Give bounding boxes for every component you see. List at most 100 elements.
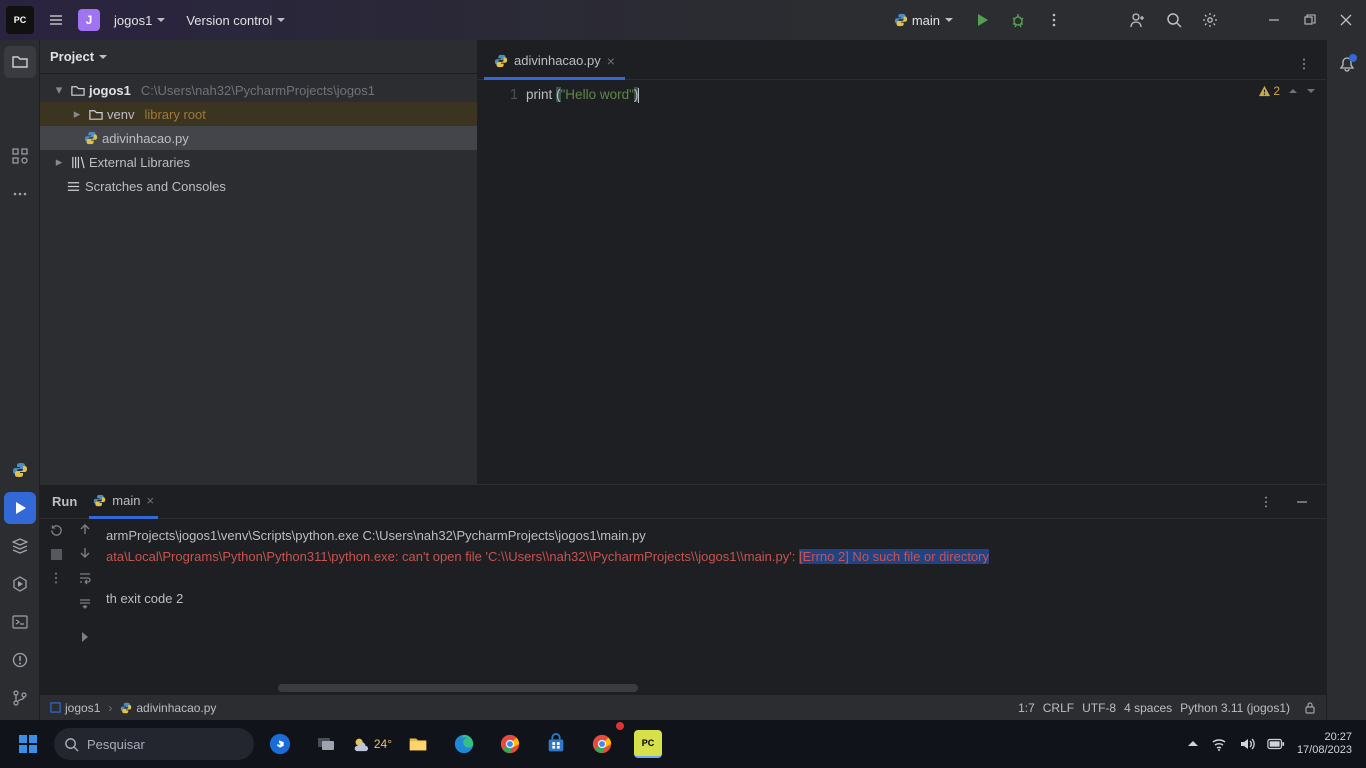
windows-taskbar: Pesquisar 24° PC 20:27 17/08/2023 [0, 720, 1366, 768]
more-actions-button[interactable] [1040, 6, 1068, 34]
status-line-separator[interactable]: CRLF [1043, 701, 1074, 715]
pycharm-logo-icon: PC [6, 6, 34, 34]
more-tools-button[interactable] [4, 178, 36, 210]
pycharm-task-icon: PC [634, 730, 662, 758]
scroll-to-end-button[interactable] [78, 597, 92, 611]
python-file-icon [120, 702, 132, 714]
taskbar-weather[interactable]: 24° [352, 724, 392, 764]
taskbar-search[interactable]: Pesquisar [54, 728, 254, 760]
stop-button[interactable] [50, 548, 63, 561]
breadcrumb[interactable]: adivinhacao.py [120, 701, 216, 715]
chevron-down-icon [276, 15, 286, 25]
play-icon [13, 501, 27, 515]
breadcrumb[interactable]: jogos1 [50, 701, 100, 715]
start-button[interactable] [8, 724, 48, 764]
status-interpreter[interactable]: Python 3.11 (jogos1) [1180, 701, 1290, 715]
vcs-tool-button[interactable] [4, 682, 36, 714]
run-tab[interactable]: main × [89, 485, 158, 519]
project-tool-button[interactable] [4, 46, 36, 78]
run-button[interactable] [968, 6, 996, 34]
run-config-dropdown[interactable]: main [888, 9, 960, 32]
run-config-label: main [912, 13, 940, 28]
status-bar: jogos1 › adivinhacao.py 1:7 CRLF UTF-8 4… [40, 694, 1326, 720]
hide-run-panel-button[interactable] [1288, 488, 1316, 516]
close-run-tab-button[interactable]: × [146, 493, 154, 508]
taskbar-taskview[interactable] [306, 724, 346, 764]
structure-tool-button[interactable] [4, 140, 36, 172]
taskview-icon [316, 734, 336, 754]
taskbar-pycharm[interactable]: PC [628, 724, 668, 764]
horizontal-scrollbar[interactable] [278, 682, 1326, 694]
taskbar-bing-chat[interactable] [260, 724, 300, 764]
taskbar-store[interactable] [536, 724, 576, 764]
status-encoding[interactable]: UTF-8 [1082, 701, 1116, 715]
rerun-button[interactable] [49, 523, 64, 538]
code-with-me-button[interactable] [1124, 6, 1152, 34]
warning-count: 2 [1273, 84, 1280, 98]
battery-icon[interactable] [1267, 738, 1285, 750]
store-icon [545, 733, 567, 755]
editor-tab-more-button[interactable] [1290, 50, 1318, 78]
python-console-tool-button[interactable] [4, 454, 36, 486]
tree-venv-tag: library root [144, 107, 205, 122]
chrome-icon [591, 733, 613, 755]
scroll-up-button[interactable] [79, 523, 91, 535]
tree-ext-libs-row[interactable]: ▸ External Libraries [40, 150, 477, 174]
search-icon [1166, 12, 1182, 28]
volume-icon[interactable] [1239, 736, 1255, 752]
packages-tool-button[interactable] [4, 530, 36, 562]
library-icon [70, 155, 85, 170]
close-window-button[interactable] [1332, 6, 1360, 34]
tree-venv-row[interactable]: ▸ venv library root [40, 102, 477, 126]
status-caret-position[interactable]: 1:7 [1018, 701, 1035, 715]
chevron-up-icon[interactable] [1288, 86, 1298, 96]
console-more-button[interactable] [49, 571, 63, 585]
tree-scratches-row[interactable]: Scratches and Consoles [40, 174, 477, 198]
version-control-dropdown[interactable]: Version control [180, 9, 292, 32]
taskbar-edge[interactable] [444, 724, 484, 764]
minimize-window-button[interactable] [1260, 6, 1288, 34]
terminal-tool-button[interactable] [4, 606, 36, 638]
git-branch-icon [12, 690, 28, 706]
soft-wrap-button[interactable] [78, 571, 92, 585]
chevron-down-icon[interactable] [98, 52, 108, 62]
debug-button[interactable] [1004, 6, 1032, 34]
chevron-down-icon[interactable] [1306, 86, 1316, 96]
chevron-right-icon[interactable]: ▸ [52, 154, 66, 170]
inspection-widget[interactable]: 2 [1258, 84, 1316, 98]
project-dropdown[interactable]: jogos1 [108, 9, 172, 32]
taskbar-explorer[interactable] [398, 724, 438, 764]
chevron-down-icon[interactable]: ▾ [52, 82, 66, 98]
taskbar-clock[interactable]: 20:27 17/08/2023 [1297, 731, 1352, 757]
scroll-down-button[interactable] [79, 547, 91, 559]
taskbar-chrome-alt[interactable] [582, 724, 622, 764]
maximize-window-button[interactable] [1296, 6, 1324, 34]
problems-tool-button[interactable] [4, 644, 36, 676]
run-tool-button[interactable] [4, 492, 36, 524]
code-editor[interactable]: 1 print ("Hello word") 2 [478, 80, 1326, 484]
wifi-icon[interactable] [1211, 736, 1227, 752]
tree-root-row[interactable]: ▾ jogos1 C:\Users\nah32\PycharmProjects\… [40, 78, 477, 102]
arrow-down-icon [79, 547, 91, 559]
tree-file-row[interactable]: adivinhacao.py [40, 126, 477, 150]
chevron-right-icon[interactable]: ▸ [70, 106, 84, 122]
notifications-button[interactable] [1339, 56, 1355, 72]
run-panel-more-button[interactable] [1252, 488, 1280, 516]
dots-icon [12, 186, 28, 202]
tray-chevron-up-icon[interactable] [1187, 738, 1199, 750]
services-tool-button[interactable] [4, 568, 36, 600]
main-menu-button[interactable] [42, 6, 70, 34]
taskbar-chrome[interactable] [490, 724, 530, 764]
settings-button[interactable] [1196, 6, 1224, 34]
console-output[interactable]: armProjects\jogos1\venv\Scripts\python.e… [98, 519, 1326, 694]
status-indent[interactable]: 4 spaces [1124, 701, 1172, 715]
kebab-icon [1046, 12, 1062, 28]
lock-icon[interactable] [1304, 702, 1316, 714]
folder-icon [70, 83, 85, 98]
expand-button[interactable] [79, 631, 91, 643]
close-tab-button[interactable]: × [607, 53, 615, 69]
search-everywhere-button[interactable] [1160, 6, 1188, 34]
editor-tab[interactable]: adivinhacao.py × [484, 44, 625, 80]
taskbar-time: 20:27 [1297, 731, 1352, 744]
code-line[interactable]: print ("Hello word") [526, 84, 639, 106]
